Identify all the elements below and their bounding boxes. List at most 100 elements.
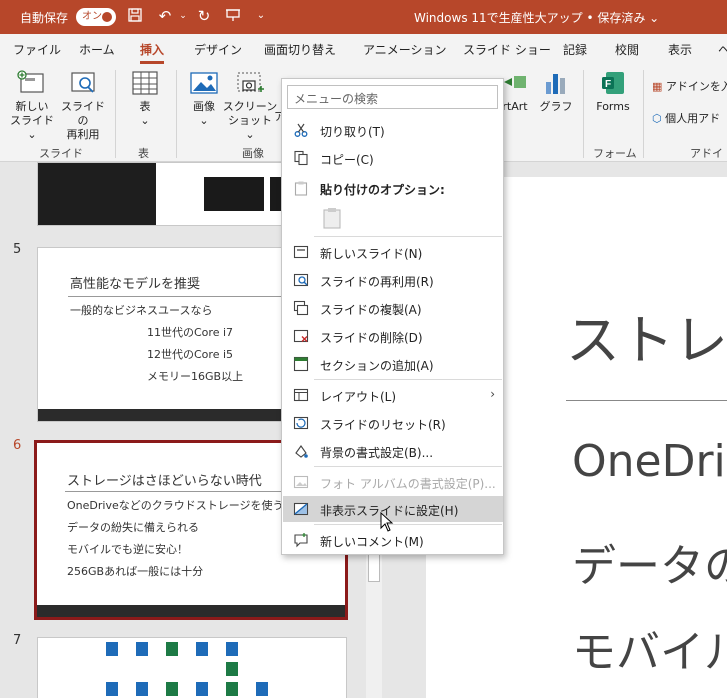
table-dropdown: ⌄ [140, 114, 150, 127]
menu-item-format-background[interactable]: 背景の書式設定(B)... [283, 438, 503, 464]
image-button[interactable]: 画像 ⌄ [182, 70, 226, 128]
screenshot-button[interactable]: スクリーン ショット ⌄ [222, 70, 278, 142]
chart-icon [546, 74, 565, 94]
menu-search-input[interactable]: メニューの検索 [287, 85, 498, 109]
slide5-title: 高性能なモデルを推奨 [70, 277, 201, 292]
new-slide-label-1: 新しい [15, 100, 49, 113]
panel-scrollbar-thumb[interactable] [368, 552, 380, 582]
tab-file[interactable]: ファイル [13, 41, 61, 58]
group-forms-label: フォーム [593, 147, 637, 160]
slide6-line-1: OneDriveなどのクラウドストレージを使うべき [67, 499, 306, 512]
screenshot-icon [237, 72, 264, 92]
document-title[interactable]: Windows 11で生産性大アップ • 保存済み ⌄ [414, 9, 659, 26]
forms-button[interactable]: F Forms [590, 70, 636, 114]
store-icon: ▦ [652, 80, 663, 93]
menu-item-delete-slide[interactable]: スライドの削除(D) [283, 323, 503, 349]
add-section-icon [293, 356, 309, 372]
menu-item-cut[interactable]: 切り取り(T) [283, 117, 503, 143]
menu-separator [314, 379, 502, 380]
tab-help[interactable]: ヘ [718, 41, 727, 58]
menu-separator [314, 236, 502, 237]
reset-slide-icon [293, 416, 309, 430]
photo-album-icon [293, 475, 309, 489]
image-dropdown: ⌄ [199, 114, 209, 127]
tab-slideshow[interactable]: スライド ショー [463, 41, 551, 58]
menu-item-add-section[interactable]: セクションの追加(A) [283, 351, 503, 377]
menu-item-photo-album-label: フォト アルバムの書式設定(P)... [320, 477, 496, 491]
scissors-icon [294, 123, 308, 137]
reuse-slides-icon [71, 72, 95, 93]
slide-title-text[interactable]: ストレ [566, 296, 727, 375]
smartart-label: rtArt [502, 100, 528, 113]
delete-slide-icon [293, 329, 309, 343]
tab-transitions[interactable]: 画面切り替え [264, 41, 336, 58]
slide4-dark-image [38, 163, 156, 225]
menu-item-duplicate-slide[interactable]: スライドの複製(A) [283, 295, 503, 321]
undo-icon[interactable]: ↶ [156, 7, 174, 25]
menu-item-reuse-slides[interactable]: スライドの再利用(R) [283, 267, 503, 293]
slide-number-7: 7 [13, 633, 22, 648]
autosave-toggle[interactable]: オン [76, 8, 116, 26]
paste-keep-source-icon [323, 208, 341, 229]
ribbon-separator [115, 70, 116, 158]
menu-item-photo-album: フォト アルバムの書式設定(P)... [283, 469, 503, 495]
group-table-label: 表 [138, 147, 149, 160]
autosave-label: 自動保存 [20, 11, 69, 25]
new-slide-icon [293, 245, 309, 259]
tab-animations[interactable]: アニメーション [363, 41, 447, 58]
menu-item-copy[interactable]: コピー(C) [283, 145, 503, 171]
slide4-image-before [204, 177, 264, 211]
menu-item-layout[interactable]: レイアウト(L) › [283, 382, 503, 408]
forms-label: Forms [596, 100, 630, 113]
redo-icon[interactable]: ↻ [195, 7, 213, 25]
reuse-slides-button[interactable]: スライドの 再利用 [58, 70, 108, 142]
slide5-line-2: 11世代のCore i7 [147, 326, 234, 339]
slide-body-line-1[interactable]: OneDri [572, 436, 726, 487]
menu-item-format-background-label: 背景の書式設定(B)... [320, 446, 434, 460]
my-addins-label: 個人用アド [665, 112, 721, 125]
chart-button[interactable]: グラフ [536, 70, 576, 114]
table-button[interactable]: 表 ⌄ [124, 70, 166, 128]
title-bar: 自動保存 オン ↶ ⌄ ↻ ⌄ Windows 11で生産性大アップ • 保存済… [0, 0, 727, 34]
table-icon [132, 71, 158, 95]
slide-body-line-3[interactable]: モバイル [572, 616, 727, 680]
ribbon-separator [176, 70, 177, 158]
slide5-line-4: メモリー16GB以上 [147, 370, 244, 383]
slide-thumbnail-7[interactable] [37, 637, 347, 698]
tab-review[interactable]: 校閲 [615, 41, 639, 58]
slide6-title: ストレージはさほどいらない時代 [67, 474, 262, 489]
ribbon-separator [583, 70, 584, 158]
tab-record[interactable]: 記録 [563, 41, 587, 58]
duplicate-slide-icon [293, 300, 309, 316]
slide-body-line-2[interactable]: データの [572, 530, 727, 594]
tab-view[interactable]: 表示 [668, 41, 692, 58]
chart-label: グラフ [539, 100, 573, 113]
copy-icon [294, 150, 308, 166]
save-icon[interactable] [126, 7, 144, 25]
new-slide-label-2: スライド ⌄ [10, 114, 54, 141]
menu-item-reset-slide[interactable]: スライドのリセット(R) [283, 410, 503, 436]
group-images-label: 画像 [242, 147, 264, 160]
smartart-icon [504, 76, 526, 88]
menu-item-new-slide[interactable]: 新しいスライド(N) [283, 239, 503, 265]
get-addins-button[interactable]: ▦ アドインを入 [652, 80, 727, 94]
slide5-line-3: 12世代のCore i5 [147, 348, 234, 361]
screenshot-label-2: ショット ⌄ [228, 114, 272, 141]
reuse-label-1: スライドの [61, 100, 105, 127]
present-icon[interactable] [224, 7, 242, 25]
menu-item-add-section-label: セクションの追加(A) [320, 359, 434, 373]
tab-design[interactable]: デザイン [194, 41, 242, 58]
svg-text:F: F [605, 79, 611, 90]
customize-qat-icon[interactable]: ⌄ [252, 7, 270, 25]
tab-insert[interactable]: 挿入 [140, 41, 165, 64]
my-addins-button[interactable]: ⬡ 個人用アド [652, 112, 720, 126]
slide6-line-4: 256GBあれば一般には十分 [67, 565, 204, 578]
menu-item-new-slide-label: 新しいスライド(N) [320, 247, 423, 261]
slide-title-rule [566, 400, 727, 401]
background-format-icon [295, 445, 308, 458]
tab-home[interactable]: ホーム [79, 41, 115, 58]
new-slide-button[interactable]: 新しい スライド ⌄ [6, 70, 58, 142]
mouse-cursor-icon [380, 512, 394, 532]
slide-number-5: 5 [13, 242, 22, 257]
undo-dropdown-icon[interactable]: ⌄ [174, 7, 192, 25]
